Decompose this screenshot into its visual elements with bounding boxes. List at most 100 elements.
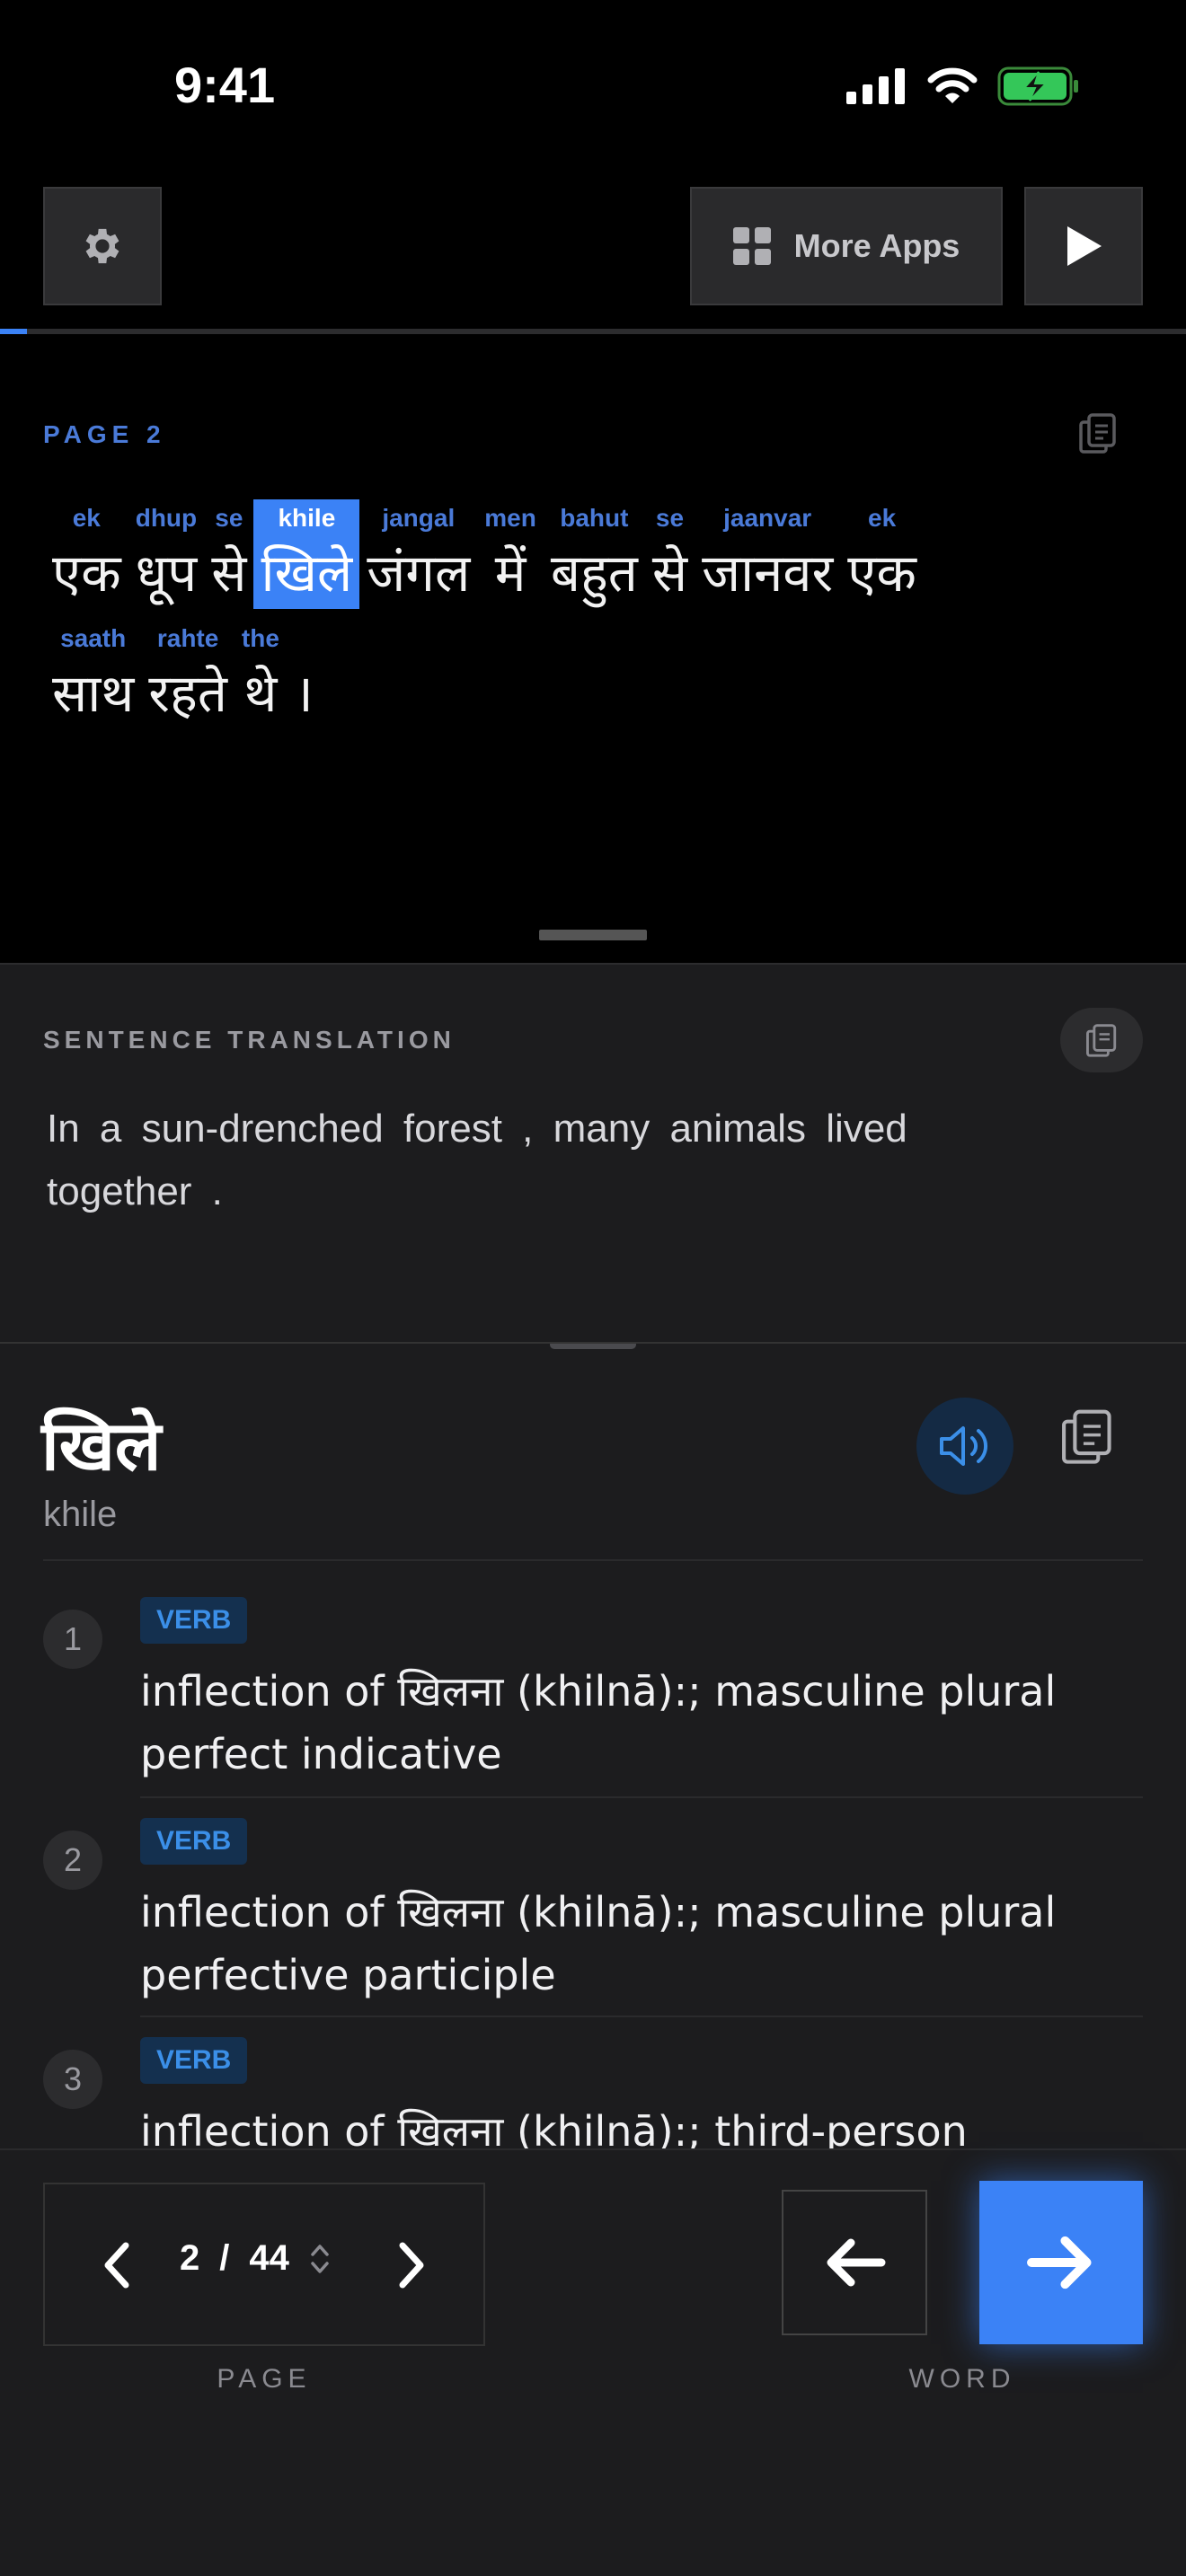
reader-resize-handle[interactable] [539, 930, 647, 940]
top-toolbar: More Apps [0, 187, 1186, 311]
total-pages: 44 [249, 2238, 289, 2278]
chevron-left-icon [104, 2242, 129, 2289]
word-token[interactable]: dhup धूप [128, 499, 205, 609]
text-line-2: saath साथ rahte रहते the थे । [45, 620, 321, 729]
token-hindi: रहते [148, 663, 227, 724]
wifi-icon [927, 67, 978, 103]
word-token[interactable]: se से [204, 499, 253, 609]
copy-page-button[interactable] [1078, 411, 1118, 459]
text-line-1: ek एक dhup धूप se से khile खिले jangal जंगल men में… [45, 499, 924, 609]
dictionary-panel: खिले khile 1 VERB inflection of खिलना (k… [0, 1342, 1186, 2150]
token-transliteration: jaanvar [723, 504, 812, 532]
sentence-translation-panel: SENTENCE TRANSLATION In a sun-drenched f… [0, 963, 1186, 1342]
token-transliteration: dhup [135, 504, 198, 532]
token-transliteration: khile [278, 504, 336, 532]
arrow-right-icon [1027, 2236, 1092, 2289]
previous-page-button[interactable] [81, 2229, 153, 2301]
part-of-speech-badge: VERB [140, 1818, 248, 1865]
page-selector[interactable]: 2 / 44 [180, 2238, 331, 2279]
reader-panel: PAGE 2 ek एक dhup धूप se से khile खिले jangal जंग… [0, 334, 1186, 963]
next-page-button[interactable] [376, 2229, 447, 2301]
more-apps-button[interactable]: More Apps [690, 187, 1003, 305]
copy-icon [1062, 1409, 1111, 1464]
token-transliteration: ek [868, 504, 897, 532]
cellular-signal-icon [846, 68, 905, 104]
grid-icon [732, 227, 771, 265]
page-label: PAGE 2 [43, 420, 166, 448]
divider [43, 1559, 1143, 1561]
page-separator: / [219, 2238, 230, 2278]
copy-translation-button[interactable] [1060, 1008, 1143, 1072]
copy-icon [1086, 1024, 1117, 1057]
token-hindi: बहुत [550, 543, 638, 604]
token-transliteration: men [484, 504, 536, 532]
sense-number: 2 [43, 1831, 102, 1890]
divider [140, 1796, 1143, 1798]
token-hindi: खिले [261, 543, 353, 604]
status-bar: 9:41 [0, 0, 1186, 171]
token-hindi: जानवर [702, 543, 834, 604]
sense-gloss: inflection of खिलना (khilnā):; third-per… [140, 2107, 968, 2150]
dictionary-transliteration: khile [43, 1495, 118, 1534]
token-transliteration: ek [72, 504, 101, 532]
bottom-navigation: 2 / 44 PAGE WORD [0, 2148, 1186, 2576]
token-hindi: थे [243, 663, 278, 724]
sense-number: 3 [43, 2050, 102, 2109]
token-transliteration: se [655, 504, 685, 532]
next-word-button[interactable] [979, 2181, 1143, 2344]
word-token[interactable]: the थे [235, 620, 287, 729]
arrow-left-icon [827, 2238, 886, 2287]
word-token[interactable]: jaanvar जानवर [695, 499, 840, 609]
token-hindi: साथ [52, 663, 135, 724]
play-button[interactable] [1024, 187, 1143, 305]
gear-icon [85, 228, 119, 264]
word-token[interactable]: ek एक [840, 499, 924, 609]
token-transliteration: se [215, 504, 243, 532]
more-apps-label: More Apps [793, 227, 960, 264]
token-hindi: जंगल [367, 543, 471, 604]
word-token[interactable]: jangal जंगल [359, 499, 477, 609]
token-transliteration: the [241, 624, 279, 652]
copy-icon [1079, 413, 1116, 454]
word-nav-label: WORD [908, 2364, 1016, 2394]
word-token[interactable]: । [287, 620, 321, 729]
word-token[interactable]: se से [645, 499, 695, 609]
word-token[interactable]: rahte रहते [141, 620, 235, 729]
word-token-selected[interactable]: khile खिले [253, 499, 360, 609]
copy-word-button[interactable] [1060, 1407, 1114, 1470]
pronounce-button[interactable] [916, 1398, 1013, 1495]
chevron-up-down-icon [311, 2244, 329, 2273]
status-icons [846, 66, 1080, 106]
sense-number: 1 [43, 1610, 102, 1669]
page-navigator: 2 / 44 [43, 2183, 485, 2346]
word-token[interactable]: saath साथ [45, 620, 141, 729]
chevron-right-icon [399, 2242, 424, 2289]
dictionary-headword: खिले [41, 1406, 162, 1486]
token-hindi: एक [847, 543, 916, 604]
settings-button[interactable] [43, 187, 162, 305]
previous-word-button[interactable] [782, 2190, 927, 2335]
sense-gloss: inflection of खिलना (khilnā):; masculine… [140, 1667, 1057, 1778]
token-hindi: धूप [135, 543, 198, 604]
token-transliteration: jangal [382, 504, 456, 532]
word-token[interactable]: ek एक [45, 499, 128, 609]
token-transliteration: rahte [156, 624, 219, 652]
status-time: 9:41 [174, 57, 276, 113]
token-hindi: में [494, 543, 527, 604]
page-nav-label: PAGE [217, 2364, 312, 2394]
token-transliteration: bahut [560, 504, 629, 532]
current-page: 2 [180, 2238, 200, 2278]
token-hindi: एक [52, 543, 121, 604]
token-hindi: । [293, 663, 314, 724]
divider [140, 2016, 1143, 2017]
word-token[interactable]: men में [477, 499, 544, 609]
word-token[interactable]: bahut बहुत [544, 499, 645, 609]
dictionary-resize-handle[interactable] [550, 1344, 636, 1349]
sense-gloss: inflection of खिलना (khilnā):; masculine… [140, 1888, 1057, 1999]
translation-text: In a sun-drenched forest , many animals … [47, 1107, 907, 1213]
token-hindi: से [211, 543, 247, 604]
token-hindi: से [651, 543, 688, 604]
battery-charging-icon [997, 66, 1078, 106]
token-transliteration: saath [60, 624, 127, 652]
play-icon [1067, 226, 1102, 266]
